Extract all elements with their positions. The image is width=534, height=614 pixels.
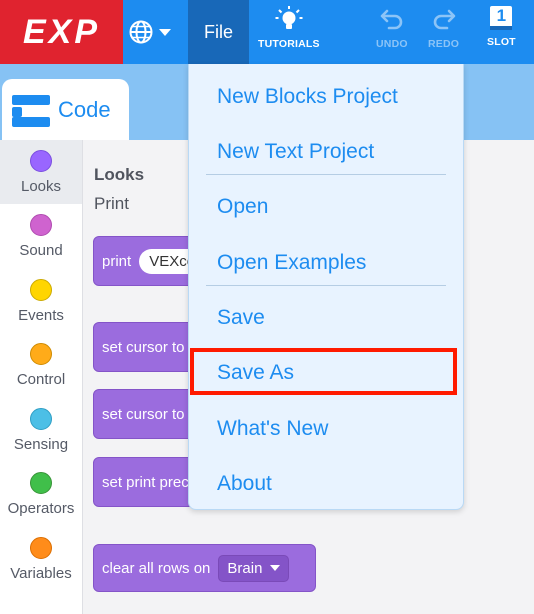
file-dropdown-menu: New Blocks Project New Text Project Open… <box>188 64 464 510</box>
category-events[interactable]: Events <box>0 269 82 333</box>
category-label: Control <box>16 371 66 388</box>
undo-label: UNDO <box>376 38 408 50</box>
category-label: Looks <box>20 177 62 195</box>
looks-color-dot <box>30 149 52 172</box>
menu-item-whats-new[interactable]: What's New <box>217 417 328 441</box>
file-menu-label: File <box>203 21 233 42</box>
menu-item-new-blocks-project[interactable]: New Blocks Project <box>217 85 398 109</box>
palette-subsection-title: Print <box>94 194 129 213</box>
undo-button[interactable]: UNDO <box>376 6 408 50</box>
brain-dropdown[interactable]: Brain <box>218 554 290 582</box>
sensing-color-dot <box>30 407 52 430</box>
category-label: Sound <box>19 242 63 259</box>
menu-item-about[interactable]: About <box>217 472 272 496</box>
menu-divider <box>206 174 446 175</box>
code-blocks-icon <box>12 94 50 127</box>
category-sensing[interactable]: Sensing <box>0 398 82 462</box>
menu-item-save[interactable]: Save <box>217 306 265 330</box>
app-logo: EXP <box>0 0 123 64</box>
block-label: set cursor to <box>102 338 185 356</box>
block-label: print <box>102 252 132 270</box>
slot-label: SLOT <box>487 36 516 48</box>
category-looks[interactable]: Looks <box>0 140 82 204</box>
menu-item-new-text-project[interactable]: New Text Project <box>217 140 374 164</box>
category-label: Variables <box>10 564 72 582</box>
block-label: set cursor to <box>102 405 185 423</box>
category-sidebar: Looks Sound Events Control Sensing Opera… <box>0 140 82 614</box>
save-as-highlight <box>190 348 457 395</box>
slot-icon: 1 <box>490 6 513 30</box>
caret-down-icon <box>159 29 171 36</box>
caret-down-icon <box>270 564 281 571</box>
redo-icon <box>433 9 455 30</box>
block-label: clear all rows on <box>102 559 211 577</box>
category-label: Sensing <box>13 435 69 453</box>
slot-number: 1 <box>496 6 507 25</box>
category-label: Events <box>18 306 64 324</box>
slot-button[interactable]: 1 SLOT <box>487 6 516 48</box>
lightbulb-icon <box>275 6 303 29</box>
control-color-dot <box>30 343 52 365</box>
tab-code-label: Code <box>58 96 111 122</box>
sound-color-dot <box>30 214 52 236</box>
block-label: set print precision to <box>102 473 192 491</box>
tutorials-label: TUTORIALS <box>258 38 320 50</box>
clear-all-rows-block[interactable]: clear all rows on Brain <box>93 544 316 592</box>
undo-icon <box>380 9 403 30</box>
events-color-dot <box>30 278 52 301</box>
category-label: Operators <box>7 500 75 517</box>
redo-label: REDO <box>428 38 460 50</box>
file-menu-button[interactable]: File <box>188 0 249 64</box>
category-operators[interactable]: Operators <box>0 463 82 527</box>
language-button[interactable] <box>128 14 184 50</box>
dropdown-value: Brain <box>227 559 263 577</box>
menu-divider <box>206 285 446 286</box>
tutorials-button[interactable]: TUTORIALS <box>258 6 320 50</box>
category-sound[interactable]: Sound <box>0 205 82 269</box>
redo-button[interactable]: REDO <box>428 6 459 50</box>
operators-color-dot <box>30 472 52 494</box>
logo-text: EXP <box>22 12 101 51</box>
category-control[interactable]: Control <box>0 334 82 398</box>
variables-color-dot <box>30 536 52 559</box>
menu-item-open[interactable]: Open <box>217 195 268 219</box>
palette-section-title: Looks <box>94 165 145 184</box>
tab-code[interactable]: Code <box>2 79 129 140</box>
category-variables[interactable]: Variables <box>0 527 82 591</box>
menu-item-open-examples[interactable]: Open Examples <box>217 251 366 275</box>
globe-icon <box>129 20 153 44</box>
